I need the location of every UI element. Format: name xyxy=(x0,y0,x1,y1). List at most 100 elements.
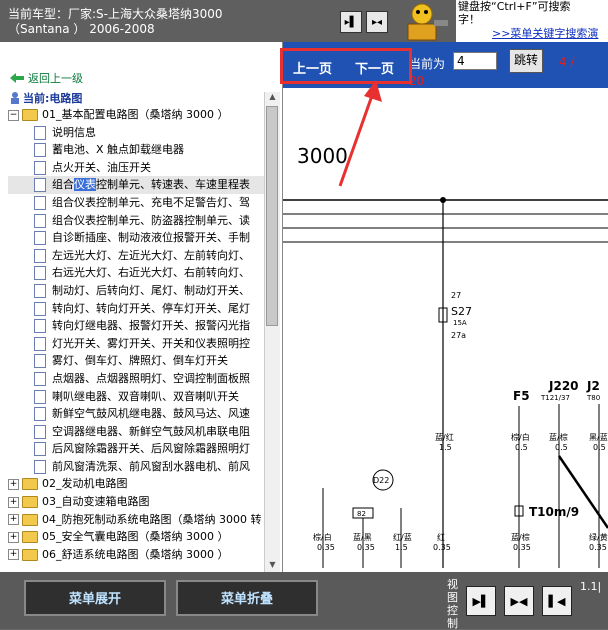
page-icon xyxy=(34,336,46,351)
folder-icon xyxy=(22,548,38,561)
tree-item[interactable]: 转向灯、转向灯开关、停车灯开关、尾灯 xyxy=(8,300,264,318)
page-icon xyxy=(34,195,46,210)
tree-item[interactable]: 点火开关、油压开关 xyxy=(8,159,264,177)
component-d22: D22 xyxy=(373,476,389,485)
tree-item[interactable]: 自诊断插座、制动液液位报警开关、手制 xyxy=(8,229,264,247)
expand-icon[interactable]: + xyxy=(8,531,19,543)
page-icon xyxy=(34,407,46,422)
tree-scrollbar[interactable]: ▲ ▼ xyxy=(264,92,280,572)
tree-item[interactable]: 说明信息 xyxy=(8,124,264,142)
current-page-label: 当前为 xyxy=(409,57,446,71)
tree-item[interactable]: 雾灯、倒车灯、牌照灯、倒车灯开关 xyxy=(8,352,264,370)
tree-item[interactable]: 左远光大灯、左近光大灯、左前转向灯、 xyxy=(8,247,264,265)
tree-item-label: 雾灯、倒车灯、牌照灯、倒车灯开关 xyxy=(52,354,228,368)
scroll-thumb[interactable] xyxy=(266,106,278,326)
tree-item-label: 喇叭继电器、双音喇叭、双音喇叭开关 xyxy=(52,389,239,403)
page-icon xyxy=(34,248,46,263)
tree-item-label: 转向灯、转向灯开关、停车灯开关、尾灯 xyxy=(52,301,250,315)
tree-item[interactable]: 组合仪表控制单元、防盗器控制单元、读 xyxy=(8,212,264,230)
page-icon xyxy=(34,283,46,298)
wire-label: 棕/白 xyxy=(313,532,332,542)
tree-item[interactable]: 右远光大灯、右近光大灯、右前转向灯、 xyxy=(8,264,264,282)
jump-button[interactable]: 跳转 xyxy=(509,49,544,73)
component-f5: F5 xyxy=(513,389,530,403)
menu-expand-button[interactable]: 菜单展开 xyxy=(24,580,166,616)
view-next-button[interactable]: ▶▌ xyxy=(466,586,496,616)
view-prev-button[interactable]: ▌◀ xyxy=(542,586,572,616)
scroll-down-icon[interactable]: ▼ xyxy=(265,560,280,572)
wire-label: 蓝/红 xyxy=(435,432,454,442)
wire-gauge: 0.5 xyxy=(593,443,606,452)
expand-icon[interactable]: + xyxy=(8,496,19,508)
wire-label: 红/蓝 xyxy=(393,532,412,542)
tree-item-label: 前风窗清洗泵、前风窗刮水器电机、前风 xyxy=(52,459,250,473)
fuse-s27: S27 xyxy=(451,305,472,318)
back-link-label: 返回上一级 xyxy=(28,72,83,85)
back-arrow-icon xyxy=(10,73,24,83)
wire-gauge: 0.35 xyxy=(317,543,335,552)
tree-folder-06[interactable]: +06_舒适系统电路图（桑塔纳 3000 ） xyxy=(8,546,264,564)
wire-label: 棕/白 xyxy=(511,432,530,442)
expand-icon[interactable]: + xyxy=(8,514,19,526)
tree-item[interactable]: 灯光开关、雾灯开关、开关和仪表照明控 xyxy=(8,335,264,353)
page-icon xyxy=(34,319,46,334)
tree-folder-05[interactable]: +05_安全气囊电路图（桑塔纳 3000 ） xyxy=(8,528,264,546)
wire-label: 蓝/棕 xyxy=(549,432,568,442)
folder-icon xyxy=(22,478,38,491)
tree-folder-02[interactable]: +02_发动机电路图 xyxy=(8,475,264,493)
menu-tree-panel: 返回上一级 当前:电路图 − 01_基本配置电路图（桑塔纳 3000 ） 说明信息… xyxy=(0,42,283,572)
tree-folder-03[interactable]: +03_自动变速箱电路图 xyxy=(8,493,264,511)
vehicle-line1: 当前车型：厂家:S-上海大众桑塔纳3000 xyxy=(8,7,223,21)
tree-item[interactable]: 后风窗除霜器开关、后风窗除霜器照明灯 xyxy=(8,440,264,458)
wire-label: 绿/黄 xyxy=(589,532,608,542)
current-location: 当前:电路图 xyxy=(10,90,82,106)
view-control-label: 视图控制 xyxy=(447,578,458,630)
page-icon xyxy=(34,389,46,404)
tree-item[interactable]: 前风窗清洗泵、前风窗刮水器电机、前风 xyxy=(8,458,264,476)
page-icon xyxy=(34,459,46,474)
keyword-search-demo-link[interactable]: >>菜单关键字搜索演 xyxy=(492,27,598,40)
expand-icon[interactable]: + xyxy=(8,478,19,490)
person-icon xyxy=(11,92,19,104)
page-icon xyxy=(34,371,46,386)
tree-item-selected[interactable]: 组合仪表控制单元、转速表、车速里程表 xyxy=(8,176,264,194)
tree-item[interactable]: 空调器继电器、新鲜空气鼓风机串联电阻 xyxy=(8,423,264,441)
folder-icon xyxy=(22,513,38,526)
tree-item-label: 转向灯继电器、报警灯开关、报警闪光指 xyxy=(52,319,250,333)
wire-gauge: 0.35 xyxy=(589,543,607,552)
component-j2: J2 xyxy=(586,379,600,393)
component-j220: J220 xyxy=(548,379,579,393)
menu-collapse-button[interactable]: 菜单折叠 xyxy=(176,580,318,616)
fit-arrows-button[interactable]: ▸◂ xyxy=(366,11,388,33)
tree-item[interactable]: 新鲜空气鼓风机继电器、鼓风马达、风速 xyxy=(8,405,264,423)
tree-item-label: 点火开关、油压开关 xyxy=(52,160,151,174)
tree-folder-01[interactable]: − 01_基本配置电路图（桑塔纳 3000 ） xyxy=(8,106,264,124)
wire-gauge: 0.5 xyxy=(515,443,528,452)
page-icon xyxy=(34,231,46,246)
tree-item-label: 后风窗除霜器开关、后风窗除霜器照明灯 xyxy=(52,442,250,456)
folder-icon xyxy=(22,531,38,544)
view-fit-button[interactable]: ▶◀ xyxy=(504,586,534,616)
collapse-icon[interactable]: − xyxy=(8,109,19,121)
next-arrow-button[interactable]: ▸▌ xyxy=(340,11,362,33)
tree-item[interactable]: 制动灯、后转向灯、尾灯、制动灯开关、 xyxy=(8,282,264,300)
tree-item[interactable]: 组合仪表控制单元、充电不足警告灯、驾 xyxy=(8,194,264,212)
tree-item[interactable]: 点烟器、点烟器照明灯、空调控制面板照 xyxy=(8,370,264,388)
tree-item[interactable]: 蓄电池、X 触点卸载继电器 xyxy=(8,141,264,159)
tree-item-label-prefix: 组合 xyxy=(52,178,74,192)
tree-item-label: 自诊断插座、制动液液位报警开关、手制 xyxy=(52,231,250,245)
page-icon xyxy=(34,143,46,158)
tip-line2: 字！ xyxy=(458,13,480,26)
scroll-up-icon[interactable]: ▲ xyxy=(265,92,280,104)
expand-icon[interactable]: + xyxy=(8,549,19,561)
connector-82: 82 xyxy=(357,510,366,518)
connector-t80: T80 xyxy=(586,394,600,402)
tree-folder-04[interactable]: +04_防抱死制动系统电路图（桑塔纳 3000 转 xyxy=(8,511,264,529)
page-total: 4 / xyxy=(559,55,575,69)
tree-item[interactable]: 转向灯继电器、报警灯开关、报警闪光指 xyxy=(8,317,264,335)
page-number-input[interactable] xyxy=(453,52,497,70)
component-t10: T10m/9 xyxy=(529,505,579,519)
tree-item[interactable]: 喇叭继电器、双音喇叭、双音喇叭开关 xyxy=(8,388,264,406)
tree-folder-label: 01_基本配置电路图（桑塔纳 3000 ） xyxy=(42,108,229,121)
back-link[interactable]: 返回上一级 xyxy=(10,70,83,86)
